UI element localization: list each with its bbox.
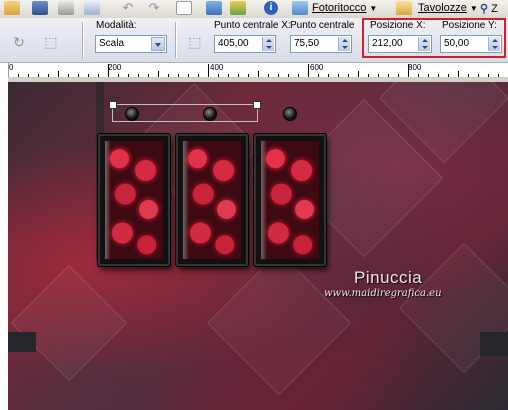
- ruler-tick: [408, 64, 409, 77]
- panel-glare: [261, 141, 267, 259]
- roses-image: [261, 141, 319, 259]
- mode-select-value: Scala: [99, 38, 125, 49]
- ruler-tick: [308, 64, 309, 77]
- rose-panel-left: [98, 134, 170, 266]
- document-icon[interactable]: [176, 1, 192, 15]
- hanger-bolt: [283, 107, 297, 121]
- hanger-bolt[interactable]: [203, 107, 217, 121]
- palette-menu-icon: [396, 1, 412, 15]
- menu-zoom[interactable]: ⚲ Z: [480, 2, 498, 15]
- move-icon[interactable]: ⬚: [186, 33, 204, 51]
- rose-panel-center: [176, 134, 248, 266]
- ruler-tick: [108, 64, 109, 77]
- top-toolbar: ↶ ↷ i Fotoritocco ▼ Tavolozze ▼ ⚲ Z: [0, 0, 508, 19]
- crop-icon[interactable]: ⬚: [42, 33, 60, 51]
- print-icon[interactable]: [58, 1, 74, 15]
- rose-panel-right: [254, 134, 326, 266]
- transform-handle[interactable]: [253, 101, 261, 109]
- center-x-input[interactable]: 405,00: [214, 35, 276, 53]
- undo-icon[interactable]: ↶: [120, 1, 136, 15]
- center-y-label: Punto centrale Y:: [290, 20, 356, 31]
- roses-image: [183, 141, 241, 259]
- ruler-label: 600: [310, 63, 324, 72]
- center-y-value: 75,50: [294, 38, 320, 49]
- center-y-input[interactable]: 75,50: [290, 35, 352, 53]
- menu-zoom-label: Z: [491, 3, 498, 15]
- image-icon[interactable]: [206, 1, 222, 15]
- center-x-value: 405,00: [218, 38, 249, 49]
- menu-fotoritocco[interactable]: Fotoritocco ▼: [312, 2, 377, 14]
- image-canvas[interactable]: Pinuccia www.maidiregrafica.eu: [8, 82, 508, 410]
- decorative-bar: [8, 332, 36, 352]
- menu-tavolozze-label: Tavolozze: [418, 2, 467, 14]
- roses-image: [105, 141, 163, 259]
- redo-icon[interactable]: ↷: [146, 1, 162, 15]
- center-x-spinner[interactable]: [262, 37, 274, 51]
- ruler-label: 800: [408, 63, 422, 72]
- menu-tavolozze[interactable]: Tavolozze ▼: [418, 2, 478, 14]
- center-x-label: Punto centrale X:: [214, 20, 291, 31]
- ruler-label: 0: [9, 63, 14, 72]
- panel-glare: [105, 141, 111, 259]
- chevron-down-icon[interactable]: [151, 37, 165, 51]
- ruler-tick: [208, 64, 209, 77]
- watermark-url: www.maidiregrafica.eu: [324, 288, 442, 299]
- hanger-bolt: [125, 107, 139, 121]
- chevron-down-icon: ▼: [469, 4, 478, 13]
- search-icon: ⚲: [480, 3, 489, 15]
- watermark-name: Pinuccia: [354, 268, 423, 287]
- background-diamond: [11, 265, 127, 381]
- palette-icon[interactable]: [230, 1, 246, 15]
- menu-fotoritocco-label: Fotoritocco: [312, 2, 367, 14]
- toolbar-divider: [82, 22, 84, 58]
- transform-handle[interactable]: [109, 101, 117, 109]
- open-icon[interactable]: [4, 1, 20, 15]
- chevron-down-icon: ▼: [369, 4, 378, 13]
- position-highlight-box: [362, 18, 506, 58]
- ruler-label: 400: [210, 63, 224, 72]
- background-diamond: [206, 250, 352, 396]
- ruler-label: 200: [108, 63, 122, 72]
- horizontal-ruler[interactable]: 0 200 400 600 800: [8, 63, 508, 78]
- center-y-spinner[interactable]: [338, 37, 350, 51]
- panel-glare: [183, 141, 189, 259]
- mode-select[interactable]: Scala: [95, 35, 167, 53]
- rotate-icon[interactable]: ↻: [10, 33, 28, 51]
- toolbar-divider: [175, 22, 177, 58]
- save-icon[interactable]: [32, 1, 48, 15]
- mode-label: Modalità:: [96, 20, 137, 31]
- decorative-bar: [480, 332, 508, 356]
- copy-icon[interactable]: [84, 1, 100, 15]
- fotoritocco-icon: [292, 1, 308, 15]
- info-icon[interactable]: i: [264, 1, 278, 15]
